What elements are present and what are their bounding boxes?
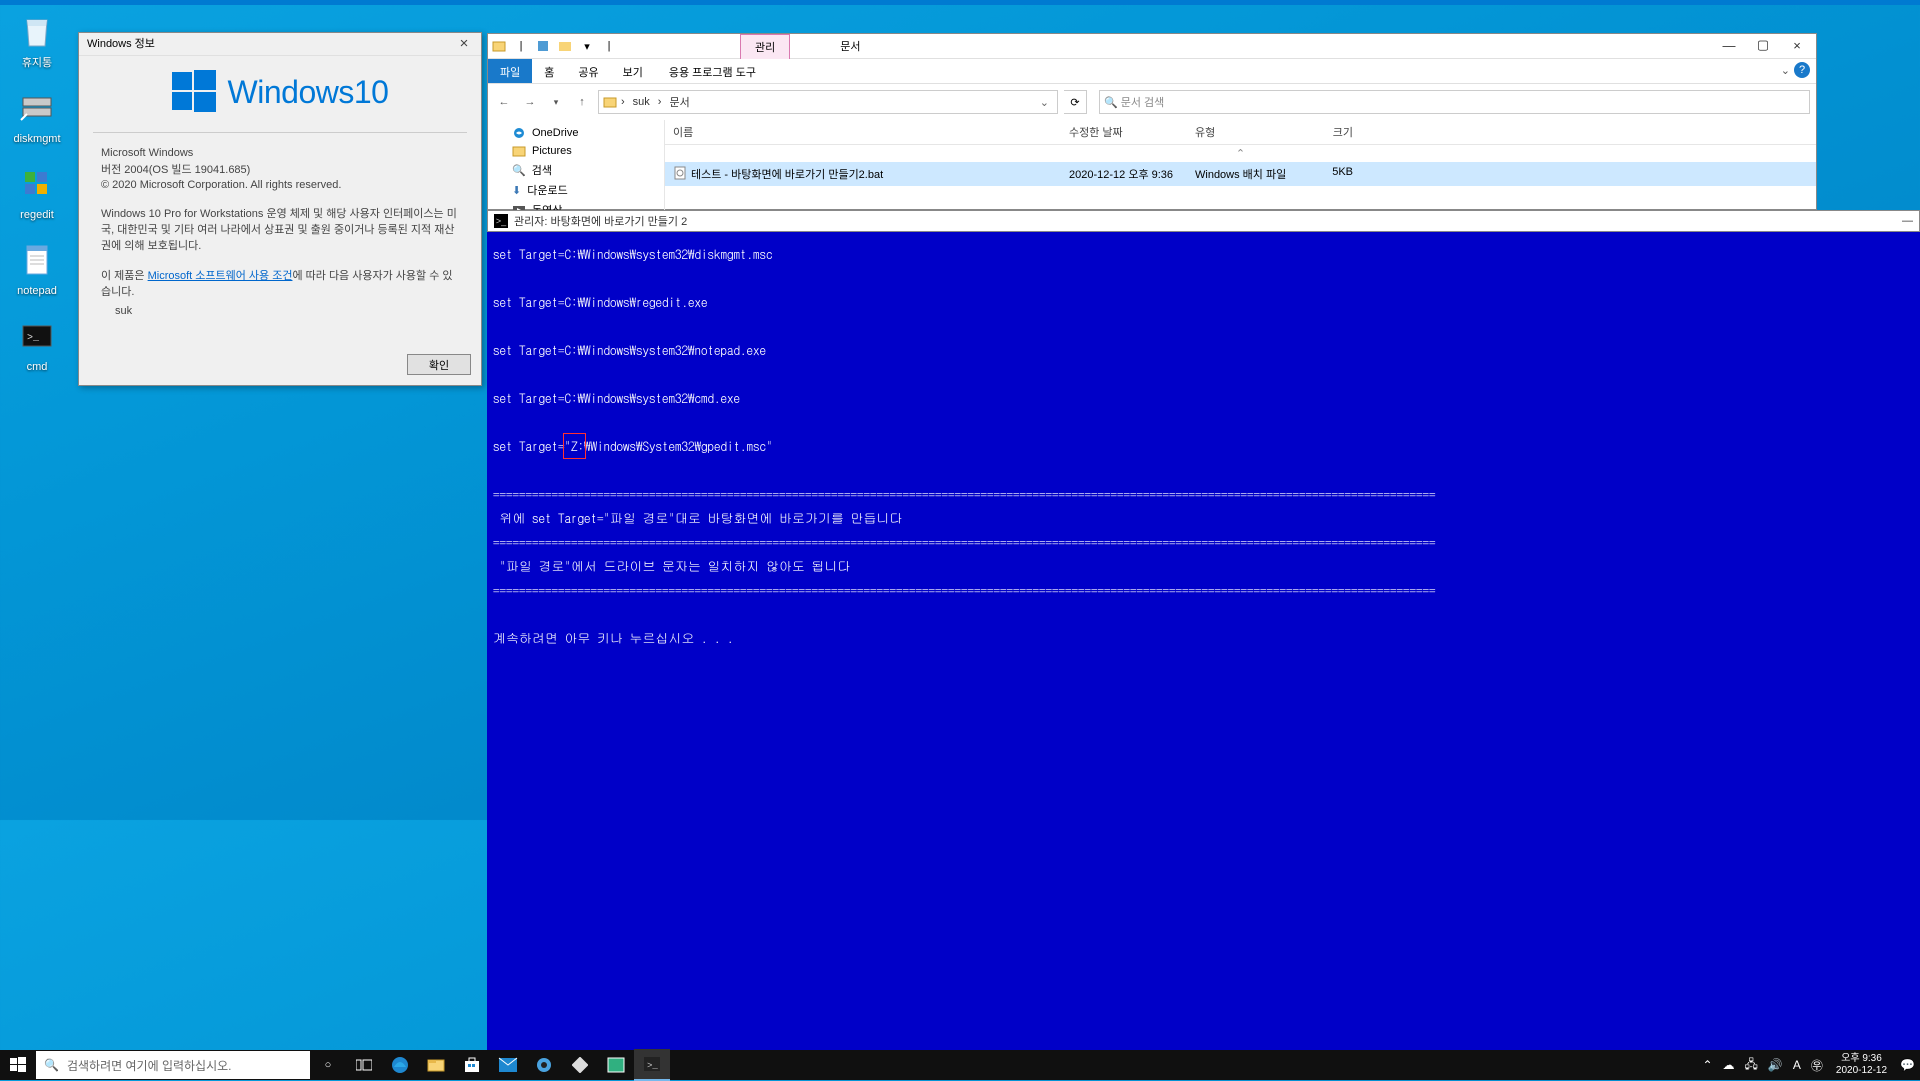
ok-button[interactable]: 확인: [407, 354, 471, 375]
search-icon: 🔍: [1104, 96, 1118, 109]
taskbar-search[interactable]: 🔍 검색하려면 여기에 입력하십시오.: [36, 1051, 310, 1079]
close-icon[interactable]: ×: [1780, 34, 1814, 56]
address-bar[interactable]: ›suk ›문서 ⌄: [598, 90, 1058, 114]
desktop-icon-regedit[interactable]: regedit: [0, 164, 74, 222]
eula-link[interactable]: Microsoft 소프트웨어 사용 조건: [148, 270, 293, 282]
search-input[interactable]: 🔍 문서 검색: [1099, 90, 1810, 114]
folder-icon: [603, 95, 617, 109]
windows-wordmark: Windows10: [228, 74, 389, 111]
explorer-window: — ▢ × | ▾ | 관리 문서 파일 홈 공유 보기 응용 프로그램 도구 …: [487, 33, 1817, 210]
tray-overflow-icon[interactable]: ⌃: [1697, 1058, 1717, 1072]
onedrive-icon[interactable]: ☁: [1718, 1058, 1740, 1072]
close-icon[interactable]: ×: [455, 35, 473, 53]
minimize-icon[interactable]: —: [1712, 34, 1746, 56]
desktop-icon-diskmgmt[interactable]: diskmgmt: [0, 88, 74, 146]
cmd-output: set Target=C:\Windows\system32\diskmgmt.…: [487, 232, 1920, 660]
cmd-window[interactable]: >_ 관리자: 바탕화면에 바로가기 만들기 2 — set Target=C:…: [487, 210, 1920, 1080]
ribbon-collapse-icon[interactable]: ⌄: [1781, 64, 1790, 77]
sort-indicator-icon: ⌃: [665, 145, 1816, 162]
tree-item: ⬇다운로드: [488, 180, 664, 200]
ribbon-tab-view[interactable]: 보기: [611, 59, 655, 83]
winver-user: suk: [101, 305, 459, 317]
properties-icon[interactable]: [532, 35, 554, 57]
cortana-icon[interactable]: ○: [310, 1050, 346, 1080]
taskbar-app-misc[interactable]: [562, 1050, 598, 1080]
taskbar-app-settings[interactable]: [526, 1050, 562, 1080]
history-icon[interactable]: ▾: [546, 92, 566, 112]
svg-text:>_: >_: [647, 1061, 658, 1071]
ribbon-tab-home[interactable]: 홈: [532, 59, 566, 83]
folder-icon[interactable]: [488, 35, 510, 57]
desktop-icon-notepad[interactable]: notepad: [0, 240, 74, 298]
winver-dialog: Windows 정보 × Windows10 Microsoft Windows…: [78, 32, 482, 386]
winver-eula: 이 제품은 Microsoft 소프트웨어 사용 조건에 따라 다음 사용자가 …: [101, 267, 459, 299]
network-icon[interactable]: 🖧: [1740, 1055, 1763, 1076]
winver-license: Windows 10 Pro for Workstations 운영 체제 및 …: [101, 205, 459, 253]
forward-icon[interactable]: →: [520, 92, 540, 112]
search-icon: 🔍: [44, 1058, 59, 1072]
up-icon[interactable]: ↑: [572, 92, 592, 112]
windows-logo: Windows10: [79, 56, 481, 132]
desktop-icon-label: 휴지통: [0, 56, 74, 70]
col-type[interactable]: 유형: [1187, 120, 1295, 144]
ime-mode-icon[interactable]: ㉾: [1806, 1057, 1828, 1074]
winver-version: 버전 2004(OS 빌드 19041.685): [101, 161, 459, 177]
taskbar-clock[interactable]: 오후 9:36 2020-12-12: [1828, 1053, 1895, 1077]
ribbon-tab-file[interactable]: 파일: [488, 59, 532, 83]
back-icon[interactable]: ←: [494, 92, 514, 112]
cmd-title: 관리자: 바탕화면에 바로가기 만들기 2: [514, 213, 687, 229]
taskbar-app-edge[interactable]: [382, 1050, 418, 1080]
ime-indicator[interactable]: A: [1788, 1058, 1806, 1072]
highlighted-text: "Z:: [565, 434, 585, 458]
winver-title: Windows 정보: [87, 33, 155, 55]
taskbar-app-mail[interactable]: [490, 1050, 526, 1080]
chevron-down-icon[interactable]: ⌄: [1036, 96, 1053, 109]
winver-copyright: © 2020 Microsoft Corporation. All rights…: [101, 179, 459, 191]
list-item[interactable]: 테스트 - 바탕화면에 바로가기 만들기2.bat 2020-12-12 오후 …: [665, 162, 1816, 186]
svg-text:>_: >_: [27, 333, 40, 344]
taskbar-app-cmd[interactable]: >_: [634, 1049, 670, 1081]
taskview-icon[interactable]: [346, 1050, 382, 1080]
bat-file-icon: [673, 166, 687, 180]
minimize-icon[interactable]: —: [1902, 215, 1913, 227]
volume-icon[interactable]: 🔊: [1763, 1058, 1788, 1072]
tree-item: OneDrive: [488, 124, 664, 142]
desktop-icon-recycle[interactable]: 휴지통: [0, 12, 74, 70]
desktop-icon-label: cmd: [0, 360, 74, 374]
taskbar-app-explorer[interactable]: [418, 1050, 454, 1080]
refresh-icon[interactable]: ⟳: [1064, 90, 1087, 114]
col-name[interactable]: 이름: [665, 120, 1061, 144]
nav-tree[interactable]: OneDrive Pictures 🔍검색 ⬇다운로드 동영상 🔗링크: [488, 120, 665, 217]
start-button[interactable]: [0, 1050, 36, 1080]
col-date[interactable]: 수정한 날짜: [1061, 120, 1187, 144]
open-icon[interactable]: [554, 35, 576, 57]
desktop-icon-label: regedit: [0, 208, 74, 222]
file-list: 이름 수정한 날짜 유형 크기 ⌃ 테스트 - 바탕화면에 바로가기 만들기2.…: [665, 120, 1816, 217]
ribbon-tab-apps[interactable]: 응용 프로그램 도구: [657, 59, 768, 83]
ribbon-context-tab[interactable]: 관리: [740, 34, 790, 59]
taskbar-app-store[interactable]: [454, 1050, 490, 1080]
col-size[interactable]: 크기: [1295, 120, 1361, 144]
divider: |: [598, 35, 620, 57]
desktop-icon-cmd[interactable]: >_ cmd: [0, 316, 74, 374]
taskbar: 🔍 검색하려면 여기에 입력하십시오. ○ >_ ⌃ ☁ 🖧 🔊 A ㉾ 오후 …: [0, 1050, 1920, 1080]
tree-item: 🔍검색: [488, 160, 664, 180]
tree-item: Pictures: [488, 142, 664, 160]
ribbon-tab-share[interactable]: 공유: [566, 59, 610, 83]
taskbar-app-winver[interactable]: [598, 1050, 634, 1080]
action-center-icon[interactable]: 💬: [1895, 1058, 1920, 1072]
cmd-icon: >_: [494, 214, 508, 228]
desktop-icon-label: diskmgmt: [0, 132, 74, 146]
winver-product: Microsoft Windows: [101, 147, 459, 159]
desktop-icon-label: notepad: [0, 284, 74, 298]
help-icon[interactable]: ?: [1794, 62, 1810, 78]
system-tray: ⌃ ☁ 🖧 🔊 A ㉾ 오후 9:36 2020-12-12 💬: [1697, 1050, 1920, 1080]
divider: |: [510, 35, 532, 57]
maximize-icon[interactable]: ▢: [1746, 34, 1780, 56]
window-title: 문서: [830, 34, 870, 58]
chevron-down-icon[interactable]: ▾: [576, 35, 598, 57]
